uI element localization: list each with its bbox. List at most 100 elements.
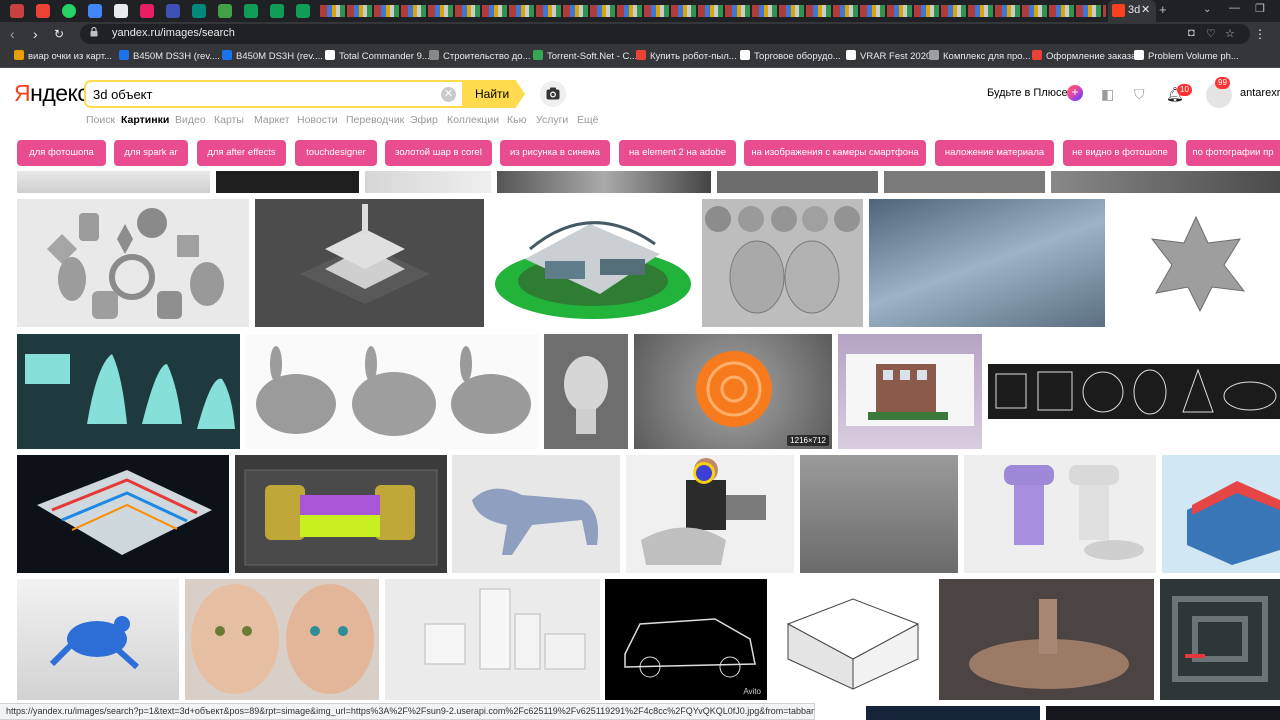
tab-favicon[interactable]	[244, 4, 258, 18]
shield-icon[interactable]: ⛉	[1134, 86, 1150, 102]
service-link-efir[interactable]: Эфир	[410, 114, 438, 126]
plus-icon[interactable]: +	[1067, 85, 1083, 101]
find-button[interactable]: Найти	[462, 80, 525, 108]
service-link-search[interactable]: Поиск	[86, 114, 115, 126]
image-thumbnail-head-mesh[interactable]	[544, 334, 628, 449]
image-thumbnail-brick-house[interactable]	[838, 334, 982, 449]
related-query-chip[interactable]: на изображения с камеры смартфона	[744, 140, 926, 166]
service-link-images[interactable]: Картинки	[121, 114, 169, 126]
tab-favicon[interactable]	[218, 4, 232, 18]
tab-favicon[interactable]	[166, 4, 180, 18]
back-icon[interactable]: ‹	[10, 25, 15, 43]
tab-favicons-strip[interactable]	[320, 5, 1106, 17]
image-thumbnail-sofa[interactable]	[235, 455, 447, 573]
image-thumbnail-house-cutaway[interactable]	[773, 579, 933, 700]
image-thumbnail-building[interactable]	[490, 199, 695, 327]
image-thumbnail-rock-tower[interactable]	[939, 579, 1154, 700]
address-bar[interactable]: yandex.ru/images/search ◘ ♡ ☆	[80, 24, 1250, 44]
camera-icon[interactable]: ◘	[1188, 27, 1195, 39]
related-query-chip[interactable]: для фотошопа	[17, 140, 106, 166]
image-thumbnail[interactable]	[717, 171, 878, 193]
active-tab[interactable]: 3d ✕	[1108, 0, 1156, 22]
image-thumbnail-face-mesh[interactable]	[185, 579, 379, 700]
service-link-translate[interactable]: Переводчик	[346, 114, 404, 126]
image-thumbnail-terrain[interactable]	[800, 455, 958, 573]
image-thumbnail-frog[interactable]	[17, 579, 179, 700]
close-tab-icon[interactable]: ✕	[1141, 3, 1150, 16]
image-thumbnail[interactable]	[1046, 706, 1280, 720]
image-thumbnail[interactable]	[216, 171, 359, 193]
image-thumbnail-shop[interactable]	[1162, 455, 1280, 573]
service-link-video[interactable]: Видео	[175, 114, 206, 126]
service-link-more[interactable]: Ещё	[577, 114, 598, 126]
image-thumbnail[interactable]	[866, 706, 1040, 720]
new-tab-button[interactable]: +	[1159, 2, 1167, 17]
image-thumbnail-house[interactable]	[255, 199, 484, 327]
bookmark[interactable]: B450M DS3H (rev....	[222, 50, 323, 64]
related-query-chip[interactable]: золотой шар в corel	[385, 140, 492, 166]
image-thumbnail[interactable]	[884, 171, 1045, 193]
service-link-maps[interactable]: Карты	[214, 114, 244, 126]
image-thumbnail[interactable]	[1051, 171, 1280, 193]
bookmark[interactable]: Строительство до...	[429, 50, 531, 64]
heart-icon[interactable]: ♡	[1206, 27, 1216, 40]
image-thumbnail-bim-model[interactable]	[17, 455, 229, 573]
bookmark[interactable]: Торговое оборудо...	[740, 50, 841, 64]
related-query-chip[interactable]: не видно в фотошопе	[1063, 140, 1177, 166]
menu-icon[interactable]: ⋮	[1254, 25, 1266, 43]
image-thumbnail-car-wireframe[interactable]: Avito	[605, 579, 767, 700]
image-thumbnail-maze[interactable]	[1160, 579, 1280, 700]
image-thumbnail-column[interactable]	[964, 455, 1156, 573]
yandex-logo[interactable]: Яндекс	[14, 80, 89, 107]
related-query-chip[interactable]: на element 2 на adobe	[619, 140, 736, 166]
related-query-chip[interactable]: из рисунка в синема	[500, 140, 610, 166]
bookmark[interactable]: Problem Volume ph...	[1134, 50, 1239, 64]
plus-link[interactable]: Будьте в Плюсе	[987, 87, 1068, 99]
tab-favicon[interactable]	[62, 4, 76, 18]
service-link-services[interactable]: Услуги	[536, 114, 568, 126]
image-thumbnail[interactable]	[17, 171, 210, 193]
related-query-chip[interactable]: для after effects	[197, 140, 286, 166]
minimize-icon[interactable]: —	[1229, 2, 1240, 14]
tab-favicon[interactable]	[114, 4, 128, 18]
image-thumbnail-city[interactable]	[385, 579, 600, 700]
collections-icon[interactable]: ◧	[1101, 86, 1117, 102]
restore-icon[interactable]: ❐	[1255, 2, 1265, 15]
image-thumbnail-orange-polyhedron[interactable]: 1216×712	[634, 334, 832, 449]
service-link-q[interactable]: Кью	[507, 114, 526, 126]
image-thumbnail-lioness[interactable]	[452, 455, 620, 573]
image-thumbnail-bunnies[interactable]	[246, 334, 539, 449]
bookmark-star-icon[interactable]: ☆	[1225, 27, 1235, 40]
image-thumbnail-primitives[interactable]	[17, 199, 249, 327]
tab-favicon[interactable]	[36, 4, 50, 18]
related-query-chip[interactable]: touchdesigner	[295, 140, 377, 166]
tab-favicon[interactable]	[10, 4, 24, 18]
clear-search-icon[interactable]: ✕	[441, 87, 456, 102]
search-input[interactable]: 3d объект ✕	[84, 80, 462, 108]
bookmark[interactable]: B450M DS3H (rev....	[119, 50, 220, 64]
tab-favicon[interactable]	[192, 4, 206, 18]
related-query-chip[interactable]: наложение материала	[935, 140, 1054, 166]
tab-search-icon[interactable]: ⌄	[1203, 4, 1211, 15]
image-thumbnail-star-shape[interactable]	[1112, 199, 1280, 327]
reload-icon[interactable]: ↻	[54, 25, 64, 43]
tab-favicon[interactable]	[270, 4, 284, 18]
image-thumbnail[interactable]	[497, 171, 711, 193]
service-link-collections[interactable]: Коллекции	[447, 114, 499, 126]
bookmark[interactable]: Torrent-Soft.Net - C...	[533, 50, 637, 64]
forward-icon[interactable]: ›	[33, 25, 38, 43]
related-query-chip[interactable]: для spark ar	[114, 140, 188, 166]
image-thumbnail-teal-shapes[interactable]	[17, 334, 240, 449]
image-thumbnail-ruins[interactable]	[869, 199, 1105, 327]
bookmark[interactable]: Купить робот-пыл...	[636, 50, 737, 64]
service-link-news[interactable]: Новости	[297, 114, 338, 126]
tab-favicon[interactable]	[88, 4, 102, 18]
related-query-chip[interactable]: по фотографии пр	[1186, 140, 1280, 166]
bookmark[interactable]: Комплекс для про...	[929, 50, 1030, 64]
image-thumbnail-wireframes[interactable]	[988, 364, 1280, 419]
tab-favicon[interactable]	[296, 4, 310, 18]
image-search-camera-icon[interactable]	[540, 81, 566, 107]
bookmark[interactable]: VRAR Fest 2020	[846, 50, 931, 64]
bookmark[interactable]: Total Commander 9...	[325, 50, 430, 64]
bookmark[interactable]: виар очки из карт...	[14, 50, 112, 64]
